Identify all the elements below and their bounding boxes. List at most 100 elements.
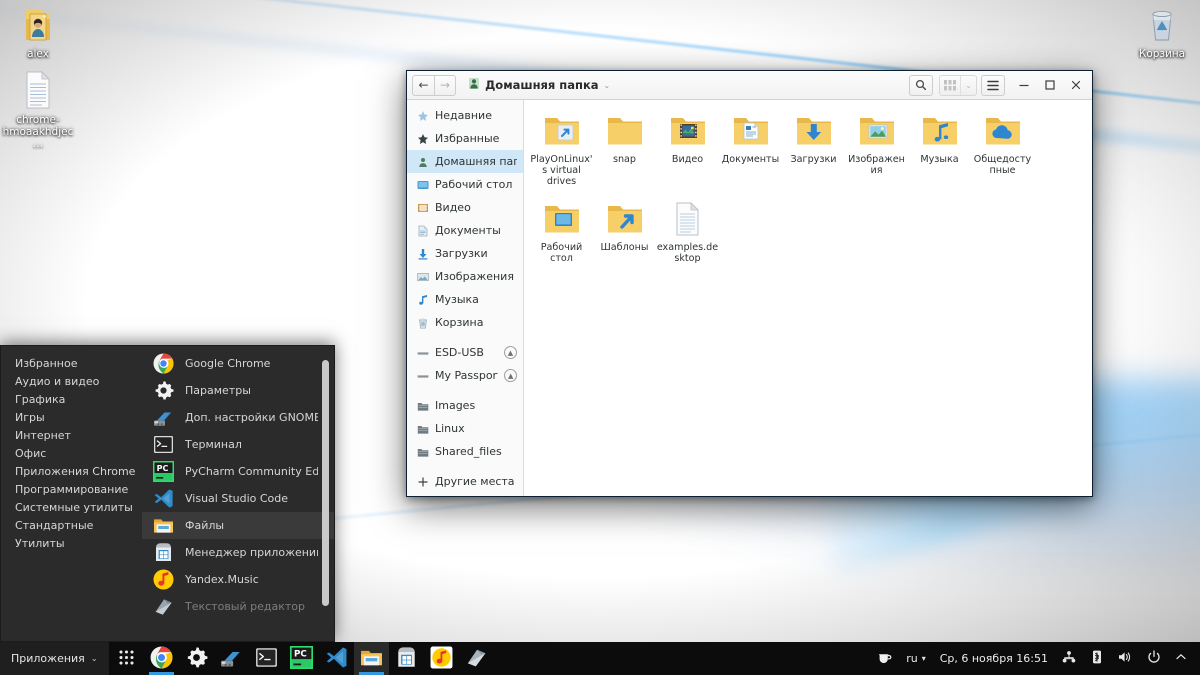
file-item[interactable]: Музыка (908, 107, 971, 187)
text-editor-icon (465, 646, 488, 672)
taskbar-chrome[interactable] (144, 642, 179, 675)
menu-category-list[interactable]: Избранное Аудио и видео Графика Игры Инт… (1, 346, 141, 641)
eject-icon[interactable]: ▲ (504, 369, 517, 382)
tray-power[interactable] (1140, 642, 1168, 675)
menu-category[interactable]: Офис (1, 444, 141, 462)
file-item[interactable]: examples.desktop (656, 195, 719, 264)
menu-app-text-editor[interactable]: Текстовый редактор (142, 593, 334, 620)
sidebar-item-trash[interactable]: Корзина (407, 311, 523, 334)
taskbar-terminal[interactable] (249, 642, 284, 675)
forward-button[interactable]: → (434, 74, 457, 96)
desktop[interactable]: alex chrome-hmoaakhdjec… Корзина ← → Дом… (0, 0, 1200, 675)
menu-category[interactable]: Системные утилиты (1, 498, 141, 516)
menu-category[interactable]: Аудио и видео (1, 372, 141, 390)
grid-view-icon[interactable] (940, 76, 960, 95)
search-icon[interactable] (909, 74, 934, 96)
tray-expand[interactable] (1168, 642, 1194, 675)
trash-icon (1124, 4, 1200, 46)
sidebar-item-desktop[interactable]: Рабочий стол (407, 173, 523, 196)
sidebar-item-music[interactable]: Музыка (407, 288, 523, 311)
network-folder-icon (416, 446, 429, 458)
minimize-button[interactable] (1011, 71, 1037, 99)
taskbar-files[interactable] (353, 642, 389, 675)
taskbar-yandex-music[interactable] (424, 642, 459, 675)
desktop-icon-trash[interactable]: Корзина (1124, 4, 1200, 60)
menu-app-app-manager[interactable]: Менеджер приложений… (142, 539, 334, 566)
system-tray[interactable]: ru ▾ Ср, 6 ноября 16:51 (871, 642, 1200, 675)
sidebar-item-home[interactable]: Домашняя папка (407, 150, 523, 173)
desktop-icon-chrome-file[interactable]: chrome-hmoaakhdjec… (0, 70, 76, 150)
file-item[interactable]: Общедоступные (971, 107, 1034, 187)
sidebar-item-other-locations[interactable]: Другие места (407, 470, 523, 493)
taskbar[interactable]: Приложения ⌄ PC ru ▾ Ср, 6 ноября 16:51 (0, 642, 1200, 675)
file-item[interactable]: PlayOnLinux's virtual drives (530, 107, 593, 187)
menu-app-vscode[interactable]: Visual Studio Code (142, 485, 334, 512)
sidebar-item-images[interactable]: Images (407, 394, 523, 417)
view-chevron-down-icon[interactable]: ⌄ (960, 75, 976, 95)
menu-category[interactable]: Игры (1, 408, 141, 426)
file-manager-window[interactable]: ← → Домашняя папка ⌄ ⌄ Недавние Избранны… (406, 70, 1093, 497)
menu-app-yandex-music[interactable]: Yandex.Music (142, 566, 334, 593)
menu-app-chrome[interactable]: Google Chrome (142, 350, 334, 377)
file-item[interactable]: snap (593, 107, 656, 187)
taskbar-app-manager[interactable] (389, 642, 424, 675)
sidebar-item-esd-usb[interactable]: ESD-USB ▲ (407, 341, 523, 364)
file-item[interactable]: Изображения (845, 107, 908, 187)
chevron-down-icon[interactable]: ⌄ (604, 81, 611, 90)
taskbar-app-grid-button[interactable] (109, 642, 144, 675)
menu-category[interactable]: Избранное (1, 354, 141, 372)
sidebar-item-recent[interactable]: Недавние (407, 104, 523, 127)
path-bar-button[interactable]: Домашняя папка ⌄ (463, 75, 616, 96)
sidebar-item-my-passport[interactable]: My Passport ▲ (407, 364, 523, 387)
file-item[interactable]: Документы (719, 107, 782, 187)
applications-button[interactable]: Приложения ⌄ (0, 642, 109, 675)
places-sidebar[interactable]: Недавние Избранные Домашняя па Рабочий с… (407, 100, 524, 496)
applications-menu[interactable]: Избранное Аудио и видео Графика Игры Инт… (0, 345, 335, 642)
taskbar-gnome-tweaks[interactable] (214, 642, 249, 675)
taskbar-vscode[interactable] (319, 642, 354, 675)
file-item[interactable]: Рабочий стол (530, 195, 593, 264)
taskbar-text-editor[interactable] (459, 642, 494, 675)
taskbar-pycharm[interactable]: PC (284, 642, 319, 675)
menu-scrollbar[interactable] (322, 354, 329, 624)
menu-app-files[interactable]: Файлы (142, 512, 334, 539)
eject-icon[interactable]: ▲ (504, 346, 517, 359)
menu-category[interactable]: Интернет (1, 426, 141, 444)
sidebar-item-videos[interactable]: Видео (407, 196, 523, 219)
navigation-buttons[interactable]: ← → (412, 74, 457, 96)
hamburger-menu-button[interactable] (981, 74, 1005, 96)
menu-category[interactable]: Программирование (1, 480, 141, 498)
tray-clock[interactable]: Ср, 6 ноября 16:51 (933, 642, 1055, 675)
tray-volume[interactable] (1111, 642, 1140, 675)
maximize-button[interactable] (1037, 71, 1063, 99)
menu-app-pycharm[interactable]: PC PyCharm Community Edit… (142, 458, 334, 485)
menu-category[interactable]: Графика (1, 390, 141, 408)
sidebar-item-starred[interactable]: Избранные (407, 127, 523, 150)
tray-bluetooth[interactable] (1083, 642, 1111, 675)
sidebar-item-documents[interactable]: Документы (407, 219, 523, 242)
menu-application-list[interactable]: Google Chrome Параметры Доп. настройки G… (141, 346, 334, 641)
menu-category[interactable]: Приложения Chrome (1, 462, 141, 480)
tray-language[interactable]: ru ▾ (899, 642, 933, 675)
close-button[interactable] (1063, 71, 1089, 99)
sidebar-item-linux[interactable]: Linux (407, 417, 523, 440)
tray-network[interactable] (1055, 642, 1083, 675)
file-item[interactable]: Загрузки (782, 107, 845, 187)
menu-category[interactable]: Утилиты (1, 534, 141, 552)
view-toggle[interactable]: ⌄ (939, 74, 977, 96)
file-item[interactable]: Шаблоны (593, 195, 656, 264)
taskbar-settings[interactable] (179, 642, 214, 675)
sidebar-item-shared-files[interactable]: Shared_files (407, 440, 523, 463)
menu-category[interactable]: Стандартные (1, 516, 141, 534)
file-item[interactable]: Видео (656, 107, 719, 187)
back-button[interactable]: ← (412, 74, 434, 96)
menu-app-terminal[interactable]: Терминал (142, 431, 334, 458)
menu-scrollbar-thumb[interactable] (322, 360, 329, 606)
desktop-icon-alex[interactable]: alex (0, 4, 76, 60)
sidebar-item-pictures[interactable]: Изображения (407, 265, 523, 288)
file-list-view[interactable]: PlayOnLinux's virtual drives snap Видео … (524, 100, 1092, 496)
sidebar-item-downloads[interactable]: Загрузки (407, 242, 523, 265)
menu-app-gnome-tweaks[interactable]: Доп. настройки GNOME (142, 404, 334, 431)
menu-app-settings[interactable]: Параметры (142, 377, 334, 404)
tray-coffee[interactable] (871, 642, 899, 675)
